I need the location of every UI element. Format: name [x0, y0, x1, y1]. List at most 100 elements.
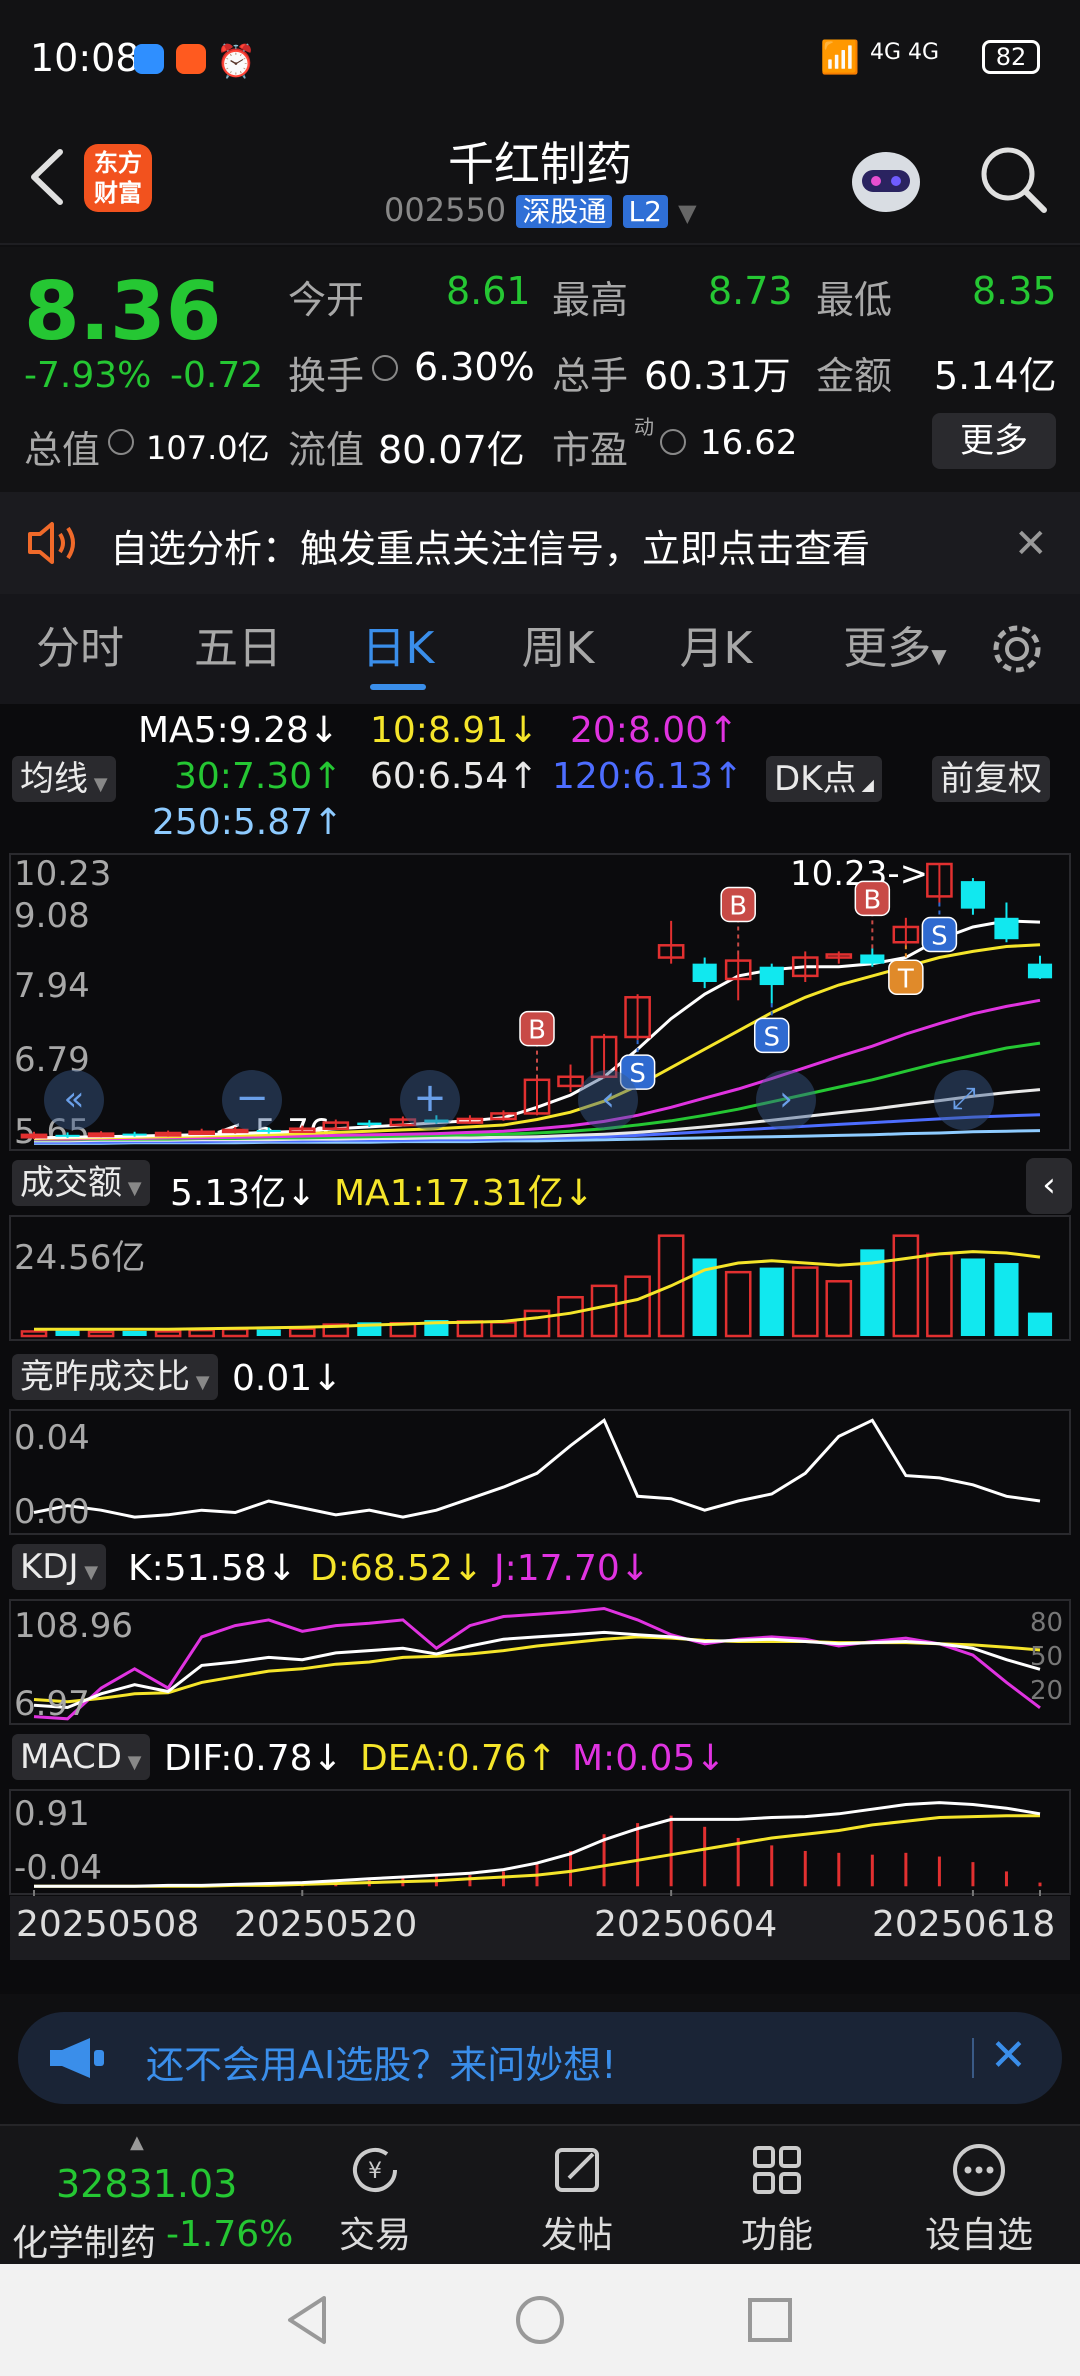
nav-add-watchlist-label: 设自选 — [924, 2215, 1033, 2256]
tab-more[interactable]: 更多▼ — [820, 594, 970, 704]
caret-down-icon: ▼ — [78, 1562, 99, 1583]
system-recents-icon[interactable] — [744, 2294, 796, 2346]
date-label: 20250520 — [234, 1904, 418, 1945]
pe-label: 市盈 — [552, 428, 629, 472]
sector-index-change: -1.76% — [166, 2214, 294, 2255]
panel-frame — [9, 1599, 1071, 1725]
macd-axis-max: 0.91 — [14, 1794, 90, 1834]
macd-dea-text: DEA:0.76 — [360, 1738, 527, 1779]
volume-bar — [490, 1321, 517, 1338]
date-label: 20250604 — [594, 1904, 778, 1945]
volume-indicator-selector[interactable]: 成交额 ▼ — [12, 1160, 150, 1206]
scroll-right-icon[interactable]: › — [756, 1070, 816, 1130]
volume-bar — [960, 1258, 986, 1336]
app-notification-icon — [176, 44, 206, 74]
macd-indicator-selector[interactable]: MACD ▼ — [12, 1734, 150, 1780]
alert-text: 自选分析：触发重点关注信号，立即点击查看 — [110, 527, 871, 571]
candle-body — [960, 881, 986, 909]
close-icon[interactable]: ✕ — [990, 2032, 1027, 2080]
kdj-k-value: K:51.58↓ — [128, 1548, 297, 1589]
nav-functions[interactable]: 功能 — [702, 2126, 852, 2266]
candle-body — [256, 1129, 281, 1132]
zoom-in-icon[interactable]: + — [400, 1070, 460, 1130]
quote-panel: 8.36 -7.93% -0.72 总值 107.0亿 今开 8.61 最高 8… — [0, 247, 1080, 492]
battery-indicator: 82 — [982, 40, 1040, 74]
mktcap-label: 总值 — [24, 428, 101, 472]
volume-bar — [288, 1327, 316, 1338]
chat-notification-icon — [134, 44, 164, 74]
volume-ma1-line — [34, 1250, 1041, 1331]
chevron-down-icon: ▼ — [678, 199, 697, 227]
jzb-selector-label: 竞昨成交比 — [20, 1357, 190, 1397]
macd-dif-value: DIF:0.78↓ — [164, 1738, 343, 1779]
signal-marker-label: B — [863, 885, 881, 915]
turnover-info-icon[interactable] — [372, 355, 398, 381]
yuan-refresh-icon: ¥ — [345, 2140, 405, 2200]
system-navigation-bar — [0, 2264, 1080, 2376]
change-percent: -7.93% — [24, 355, 152, 396]
kdj-d-value: D:68.52↓ — [310, 1548, 484, 1589]
candle-body — [1027, 963, 1053, 979]
volume-bar — [256, 1329, 281, 1336]
kdj-j-text: J:17.70 — [494, 1548, 620, 1589]
stock-header: 东方 财富 千红制药 002550 深股通 L2 ▼ — [0, 120, 1080, 245]
fullscreen-icon[interactable]: ⤢ — [934, 1070, 994, 1130]
candle-body — [122, 1133, 147, 1136]
mktcap-info-icon[interactable] — [108, 429, 134, 455]
change-amount: -0.72 — [170, 355, 264, 396]
pe-info-icon[interactable] — [660, 429, 686, 455]
volume-bar — [87, 1330, 115, 1338]
kdj-j-value: J:17.70↓ — [494, 1548, 650, 1589]
date-label: 20250618 — [872, 1904, 1056, 1945]
scroll-left-icon[interactable]: ‹ — [578, 1070, 638, 1130]
jzb-indicator-selector[interactable]: 竞昨成交比 ▼ — [12, 1354, 218, 1400]
more-button[interactable]: 更多 — [932, 413, 1056, 469]
alert-banner[interactable]: 自选分析：触发重点关注信号，立即点击查看 ✕ — [0, 492, 1080, 594]
pe-superscript: 动 — [634, 415, 654, 439]
candle-body — [860, 954, 885, 964]
caret-up-icon: ▲ — [130, 2132, 144, 2153]
zoom-out-icon[interactable]: − — [222, 1070, 282, 1130]
promo-text: 还不会用AI选股？来问妙想! — [146, 2043, 617, 2087]
status-time: 10:08 — [30, 36, 140, 80]
search-icon[interactable] — [976, 142, 1050, 216]
volume-ma1: MA1:17.31亿↓ — [334, 1173, 594, 1214]
tab-5day[interactable]: 五日 — [178, 594, 298, 704]
tab-weekly-k[interactable]: 周K — [498, 594, 618, 704]
collapse-panel-icon[interactable]: ‹ — [1026, 1158, 1072, 1214]
jzb-axis-max: 0.04 — [14, 1418, 90, 1458]
nav-trade[interactable]: ¥ 交易 — [300, 2126, 450, 2266]
kdj-indicator-selector[interactable]: KDJ ▼ — [12, 1544, 107, 1590]
nav-post[interactable]: 发帖 — [502, 2126, 652, 2266]
macd-m-value: M:0.05↓ — [572, 1738, 726, 1779]
robot-avatar-icon[interactable] — [846, 142, 926, 216]
stock-code-line[interactable]: 002550 深股通 L2 ▼ — [384, 190, 697, 230]
sector-index[interactable]: ▲ 32831.03 化学制药 -1.76% — [0, 2126, 294, 2266]
system-back-icon[interactable] — [282, 2294, 332, 2346]
tab-intraday[interactable]: 分时 — [20, 594, 140, 704]
kdj-k-text: K:51.58 — [128, 1548, 267, 1589]
volume-axis-max: 24.56亿 — [14, 1238, 146, 1278]
volume-value-text: 5.13亿 — [170, 1173, 287, 1214]
high-value: 8.73 — [708, 269, 793, 313]
kline-chart-area: 均线 ▼ MA5:9.28↓ 10:8.91↓ 20:8.00↑ 30:7.30… — [0, 704, 1080, 1994]
volume-bar — [188, 1328, 215, 1338]
tab-monthly-k[interactable]: 月K — [656, 594, 776, 704]
ai-promo-banner[interactable]: 还不会用AI选股？来问妙想! ✕ — [18, 2012, 1062, 2104]
volume-bar — [791, 1266, 819, 1338]
system-home-icon[interactable] — [514, 2294, 566, 2346]
open-label: 今开 — [288, 278, 365, 322]
sector-index-name: 化学制药 — [12, 2223, 157, 2264]
nav-add-watchlist[interactable]: 设自选 — [904, 2126, 1054, 2266]
settings-gear-icon[interactable] — [988, 620, 1046, 678]
volume-bar — [724, 1270, 752, 1338]
kline-canvas[interactable]: BSBSBTS — [0, 704, 1080, 1994]
candle-body — [221, 1128, 249, 1134]
close-icon[interactable]: ✕ — [1014, 524, 1048, 564]
scroll-left-fast-icon[interactable]: « — [44, 1070, 104, 1130]
signal-marker-label: B — [729, 891, 747, 921]
status-bar: 10:08 ⏰ 📶 4G 4G 82 — [0, 0, 1080, 120]
candle-body — [188, 1130, 215, 1136]
more-dots-icon — [949, 2140, 1009, 2200]
megaphone-icon — [46, 2034, 108, 2082]
